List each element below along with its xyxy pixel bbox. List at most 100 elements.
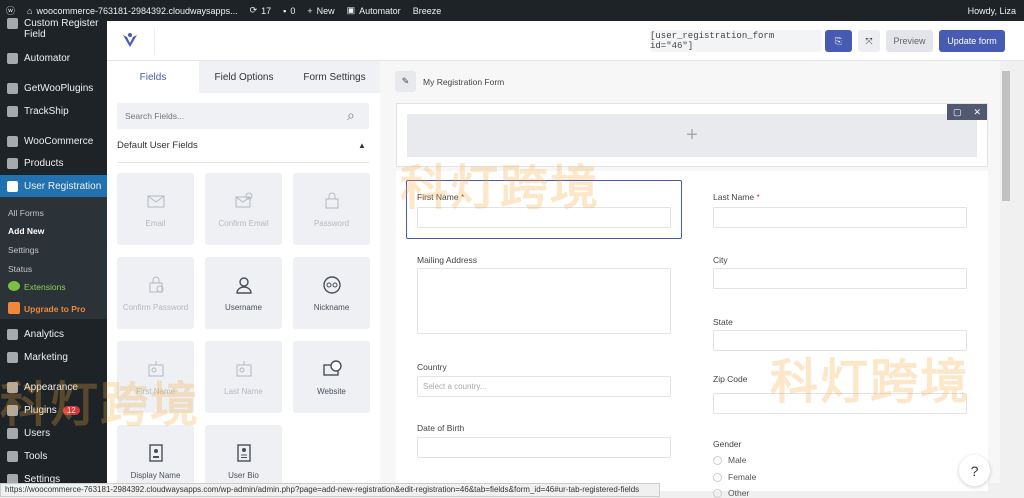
update-form-button[interactable]: Update form [939,30,1005,52]
wrench-icon [7,450,18,462]
sidebar-item-woocommerce[interactable]: WooCommerce [0,131,107,151]
menu-icon [7,52,18,64]
sidebar-item-custom-register-field[interactable]: Custom Register Field [0,18,107,44]
menu-icon [7,135,18,147]
date-of-birth-label: Date of Birth [417,423,465,433]
square-icon[interactable]: ▢ [953,107,962,118]
scrollbar-thumb[interactable] [1002,71,1010,201]
first-name-input[interactable] [417,207,671,228]
submenu-add-new[interactable]: Add New [8,226,44,236]
site-link[interactable]: ⌂ woocommerce-763181-2984392.cloudwaysap… [27,6,238,16]
shortcode-field[interactable]: [user_registration_form id="46"] [650,30,822,52]
upgrade-icon [8,302,20,314]
state-input[interactable] [713,330,967,351]
label: Plugins [24,404,57,416]
search-icon: ⌕ [347,107,355,123]
form-canvas: ✎ My Registration Form + ▢ ✕ First Name *… [380,61,1000,498]
mailing-address-textarea[interactable] [417,268,671,334]
submenu-upgrade-to-pro[interactable]: Upgrade to Pro [24,304,85,314]
wordpress-logo-icon[interactable]: ⓦ [6,4,15,17]
menu-icon [7,18,18,29]
label: TrackShip [24,105,69,117]
field-card-last-name[interactable]: Last Name [205,341,282,413]
password-icon [325,192,338,208]
sidebar-item-appearance[interactable]: Appearance [0,377,107,397]
sidebar-item-plugins[interactable]: Plugins 12 [0,400,107,420]
city-label: City [713,255,728,265]
submenu-status[interactable]: Status [8,264,32,274]
sidebar-item-tools[interactable]: Tools [0,446,107,466]
date-of-birth-input[interactable] [417,437,671,458]
tab-form-settings[interactable]: Form Settings [289,61,380,93]
gender-label: Gender [713,439,742,449]
field-card-confirm-password[interactable]: Confirm Password [117,257,194,329]
new-link[interactable]: + New [307,6,334,16]
scrollbar[interactable] [1000,61,1012,483]
field-card-label: Username [225,302,262,312]
field-card-label: Email [145,218,166,228]
field-card-label: Display Name [130,470,181,480]
field-card-email[interactable]: Email [117,173,194,245]
sidebar-item-user-registration[interactable]: User Registration [0,175,107,197]
field-card-confirm-email[interactable]: Confirm Email [205,173,282,245]
submenu-all-forms[interactable]: All Forms [8,208,44,218]
add-row-button[interactable]: + [407,114,977,157]
megaphone-icon [7,351,18,363]
sidebar-item-getwooplugins[interactable]: GetWooPlugins [0,78,107,98]
tab-field-options[interactable]: Field Options [199,61,289,93]
sidebar-item-automator[interactable]: Automator [0,48,107,68]
gender-male-radio[interactable]: Male [713,455,746,465]
add-row-area: + [396,103,988,167]
breeze-link[interactable]: Breeze [413,6,442,16]
state-label: State [713,317,733,327]
users-icon [7,427,18,439]
country-select[interactable]: Select a country... [417,376,671,397]
field-card-password[interactable]: Password [293,173,370,245]
field-card-label: Password [313,218,350,228]
confirm-password-icon [149,276,163,292]
gender-female-radio[interactable]: Female [713,472,756,482]
label: Analytics [24,328,65,340]
menu-icon [7,82,18,94]
edit-title-button[interactable]: ✎ [395,71,416,92]
howdy-user[interactable]: Howdy, Liza [968,6,1016,16]
label: Appearance [24,381,78,393]
submenu-extensions[interactable]: Extensions [24,282,66,292]
divider [154,27,155,55]
last-name-input[interactable] [713,207,967,228]
sidebar-item-trackship[interactable]: TrackShip [0,101,107,121]
brush-icon [7,381,18,393]
label: Custom Register Field [24,18,99,40]
collapse-caret-icon[interactable]: ▲ [358,141,366,150]
label: Tools [24,450,48,462]
row-toolbar: ▢ ✕ [947,104,987,120]
preview-button[interactable]: Preview [886,30,933,52]
field-card-first-name[interactable]: First Name [117,341,194,413]
user-bio-icon [236,443,251,462]
help-button[interactable]: ? [959,455,990,486]
zip-code-input[interactable] [713,393,967,414]
city-input[interactable] [713,268,967,289]
admin-bar: ⓦ ⌂ woocommerce-763181-2984392.cloudways… [0,0,1024,21]
field-card-nickname[interactable]: Nickname [293,257,370,329]
close-icon[interactable]: ✕ [973,107,981,118]
comments-link[interactable]: ▪ 0 [283,6,295,16]
sidebar-item-users[interactable]: Users [0,423,107,443]
submenu: All Forms Add New Settings Status Extens… [0,197,107,319]
automator-link[interactable]: ▣ Automator [347,5,401,16]
website-icon [322,359,342,376]
search-fields-input[interactable] [117,103,369,129]
submenu-settings[interactable]: Settings [8,245,39,255]
updates-link[interactable]: ⟳ 17 [250,5,272,16]
fullscreen-button[interactable]: ⤧ [858,30,880,52]
field-card-website[interactable]: Website [293,341,370,413]
sidebar-item-marketing[interactable]: Marketing [0,347,107,367]
field-card-username[interactable]: Username [205,257,282,329]
sidebar-item-products[interactable]: Products [0,153,107,173]
last-name-label: Last Name * [713,192,760,202]
pencil-icon: ✎ [401,76,410,86]
tab-fields[interactable]: Fields [107,61,199,93]
sidebar-item-analytics[interactable]: Analytics [0,324,107,344]
field-card-label: Last Name [224,386,263,396]
copy-shortcode-button[interactable]: ⎘ [825,30,852,52]
